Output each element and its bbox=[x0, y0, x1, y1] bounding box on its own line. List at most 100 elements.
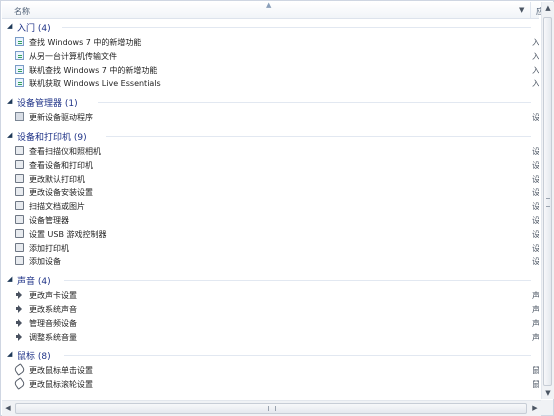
list-item-label: 联机查找 Windows 7 中的新增功能 bbox=[29, 65, 158, 75]
document-icon bbox=[15, 78, 24, 88]
list-item-category: 鼠标 bbox=[532, 366, 539, 376]
list-item-category: 声音 bbox=[532, 318, 539, 328]
printer-icon bbox=[15, 242, 24, 252]
list-item[interactable]: 扫描文档或图片 设备 bbox=[2, 199, 539, 212]
list-item[interactable]: 调整系统音量 声音 bbox=[2, 330, 539, 343]
printer-icon bbox=[15, 173, 24, 183]
scroll-grip-icon bbox=[268, 406, 276, 411]
list-item-label: 查看扫描仪和照相机 bbox=[29, 147, 101, 156]
printer-icon bbox=[15, 228, 24, 238]
list-item-category: 设备 bbox=[532, 160, 539, 170]
speaker-icon bbox=[15, 318, 24, 327]
list-item[interactable]: 管理音频设备 声音 bbox=[2, 316, 539, 329]
list-item-label: 更新设备驱动程序 bbox=[29, 113, 93, 123]
group-collapse-icon[interactable]: ◢ bbox=[7, 131, 12, 139]
group-collapse-icon[interactable]: ◢ bbox=[7, 22, 12, 30]
speaker-icon bbox=[15, 290, 24, 300]
list-item-label: 设备管理器 bbox=[29, 216, 69, 225]
list-item-label: 添加打印机 bbox=[29, 243, 69, 253]
group-collapse-icon[interactable]: ◢ bbox=[7, 275, 12, 283]
list-item[interactable]: 更新设备驱动程序 设备 bbox=[2, 110, 539, 123]
list-item-label: 扫描文档或图片 bbox=[29, 202, 85, 212]
document-icon bbox=[15, 50, 24, 60]
speaker-icon bbox=[15, 332, 24, 341]
group-title: 声音 (4) bbox=[17, 277, 51, 288]
column-separator[interactable] bbox=[530, 2, 531, 18]
group-header[interactable]: ◢ 设备管理器 (1) bbox=[2, 94, 539, 110]
vertical-scroll-thumb[interactable] bbox=[543, 17, 552, 386]
list-item-label: 调整系统音量 bbox=[29, 332, 77, 342]
group-collapse-icon[interactable]: ◢ bbox=[7, 350, 12, 358]
list-item[interactable]: 设备管理器 设备 bbox=[2, 213, 539, 226]
list-item[interactable]: 查找 Windows 7 中的新增功能 入门 bbox=[2, 35, 539, 48]
list-item-label: 查看设备和打印机 bbox=[29, 160, 93, 170]
list-item[interactable]: 更改鼠标单击设置 鼠标 bbox=[2, 363, 539, 377]
scroll-down-arrow-icon[interactable]: ▼ bbox=[542, 387, 554, 399]
horizontal-scroll-thumb[interactable] bbox=[15, 403, 527, 414]
list-item-category: 设备 bbox=[532, 147, 539, 156]
list-item-category: 设备 bbox=[532, 229, 539, 239]
list-item[interactable]: 更改默认打印机 设备 bbox=[2, 172, 539, 185]
list-item-category: 设备 bbox=[532, 174, 539, 184]
list-item[interactable]: 设置 USB 游戏控制器 设备 bbox=[2, 227, 539, 240]
group-title: 鼠标 (8) bbox=[17, 352, 51, 363]
list-item-label: 联机获取 Windows Live Essentials bbox=[29, 79, 161, 89]
list-item[interactable]: 更改设备安装设置 设备 bbox=[2, 185, 539, 198]
group-header[interactable]: ◢ 鼠标 (8) bbox=[2, 347, 539, 363]
list-item[interactable]: 查看设备和打印机 设备 bbox=[2, 158, 539, 171]
list-item-category: 入门 bbox=[532, 65, 539, 75]
group-title: 设备和打印机 (9) bbox=[17, 133, 87, 143]
list-item-label: 查找 Windows 7 中的新增功能 bbox=[29, 38, 142, 47]
group-divider bbox=[64, 355, 531, 357]
device-manager-icon bbox=[15, 112, 24, 122]
scroll-left-arrow-icon[interactable]: ◀ bbox=[2, 401, 14, 416]
scroll-up-arrow-icon[interactable]: ▲ bbox=[542, 2, 554, 14]
list-item[interactable]: 更改声卡设置 声音 bbox=[2, 288, 539, 301]
mouse-icon bbox=[13, 363, 26, 377]
list-item[interactable]: 添加设备 设备 bbox=[2, 254, 539, 267]
list-item-label: 更改鼠标单击设置 bbox=[29, 366, 93, 376]
printer-icon bbox=[15, 146, 24, 155]
scroll-right-arrow-icon[interactable]: ▶ bbox=[529, 401, 541, 416]
results-window: 名称 ▲ ▼ 应用 ◢入门 (4)查找 Windows 7 中的新增功能入门从另… bbox=[0, 0, 554, 416]
list-item-label: 更改默认打印机 bbox=[29, 174, 85, 184]
speaker-icon bbox=[15, 304, 24, 313]
group-collapse-icon[interactable]: ◢ bbox=[7, 97, 12, 105]
list-item-category: 设备 bbox=[532, 113, 539, 123]
column-header-name[interactable]: 名称 ▲ ▼ bbox=[2, 1, 529, 18]
list-item[interactable]: 更改系统声音 声音 bbox=[2, 302, 539, 315]
list-item-label: 设置 USB 游戏控制器 bbox=[29, 229, 107, 239]
list-item[interactable]: 查看扫描仪和照相机 设备 bbox=[2, 144, 539, 157]
sort-ascending-icon: ▲ bbox=[266, 1, 272, 9]
list-item-label: 添加设备 bbox=[29, 257, 61, 267]
horizontal-scrollbar[interactable]: ◀ ▶ bbox=[2, 400, 541, 416]
group-header[interactable]: ◢ 设备和打印机 (9) bbox=[2, 128, 539, 144]
list-item[interactable]: 联机获取 Windows Live Essentials 入门 bbox=[2, 76, 539, 89]
group-divider bbox=[98, 102, 531, 104]
group-divider bbox=[106, 136, 531, 137]
group-divider bbox=[62, 27, 531, 28]
list-item-category: 声音 bbox=[532, 305, 539, 314]
results-list: ◢入门 (4)查找 Windows 7 中的新增功能入门从另一台计算机传输文件入… bbox=[2, 19, 539, 401]
group-title: 入门 (4) bbox=[17, 24, 51, 34]
list-item-label: 更改声卡设置 bbox=[29, 291, 77, 301]
list-item-category: 设备 bbox=[532, 202, 539, 212]
scrollbar-corner bbox=[541, 400, 553, 415]
printer-icon bbox=[15, 201, 24, 211]
list-item-label: 从另一台计算机传输文件 bbox=[29, 51, 117, 61]
list-item[interactable]: 从另一台计算机传输文件 入门 bbox=[2, 49, 539, 62]
vertical-scrollbar[interactable]: ▲ ▼ bbox=[541, 2, 554, 399]
list-item[interactable]: 添加打印机 设备 bbox=[2, 241, 539, 254]
group-header[interactable]: ◢ 声音 (4) bbox=[2, 272, 539, 288]
list-item-category: 声音 bbox=[532, 332, 539, 342]
group-header[interactable]: ◢ 入门 (4) bbox=[2, 19, 539, 35]
list-item[interactable]: 联机查找 Windows 7 中的新增功能 入门 bbox=[2, 63, 539, 76]
list-item-category: 设备 bbox=[532, 188, 539, 198]
list-item-label: 更改设备安装设置 bbox=[29, 188, 93, 198]
column-dropdown-icon[interactable]: ▼ bbox=[519, 6, 524, 14]
document-icon bbox=[15, 64, 24, 74]
list-item-category: 设备 bbox=[532, 243, 539, 253]
document-icon bbox=[15, 37, 24, 46]
list-item[interactable]: 更改鼠标滚轮设置 鼠标 bbox=[2, 377, 539, 390]
list-item-category: 声音 bbox=[532, 291, 539, 301]
